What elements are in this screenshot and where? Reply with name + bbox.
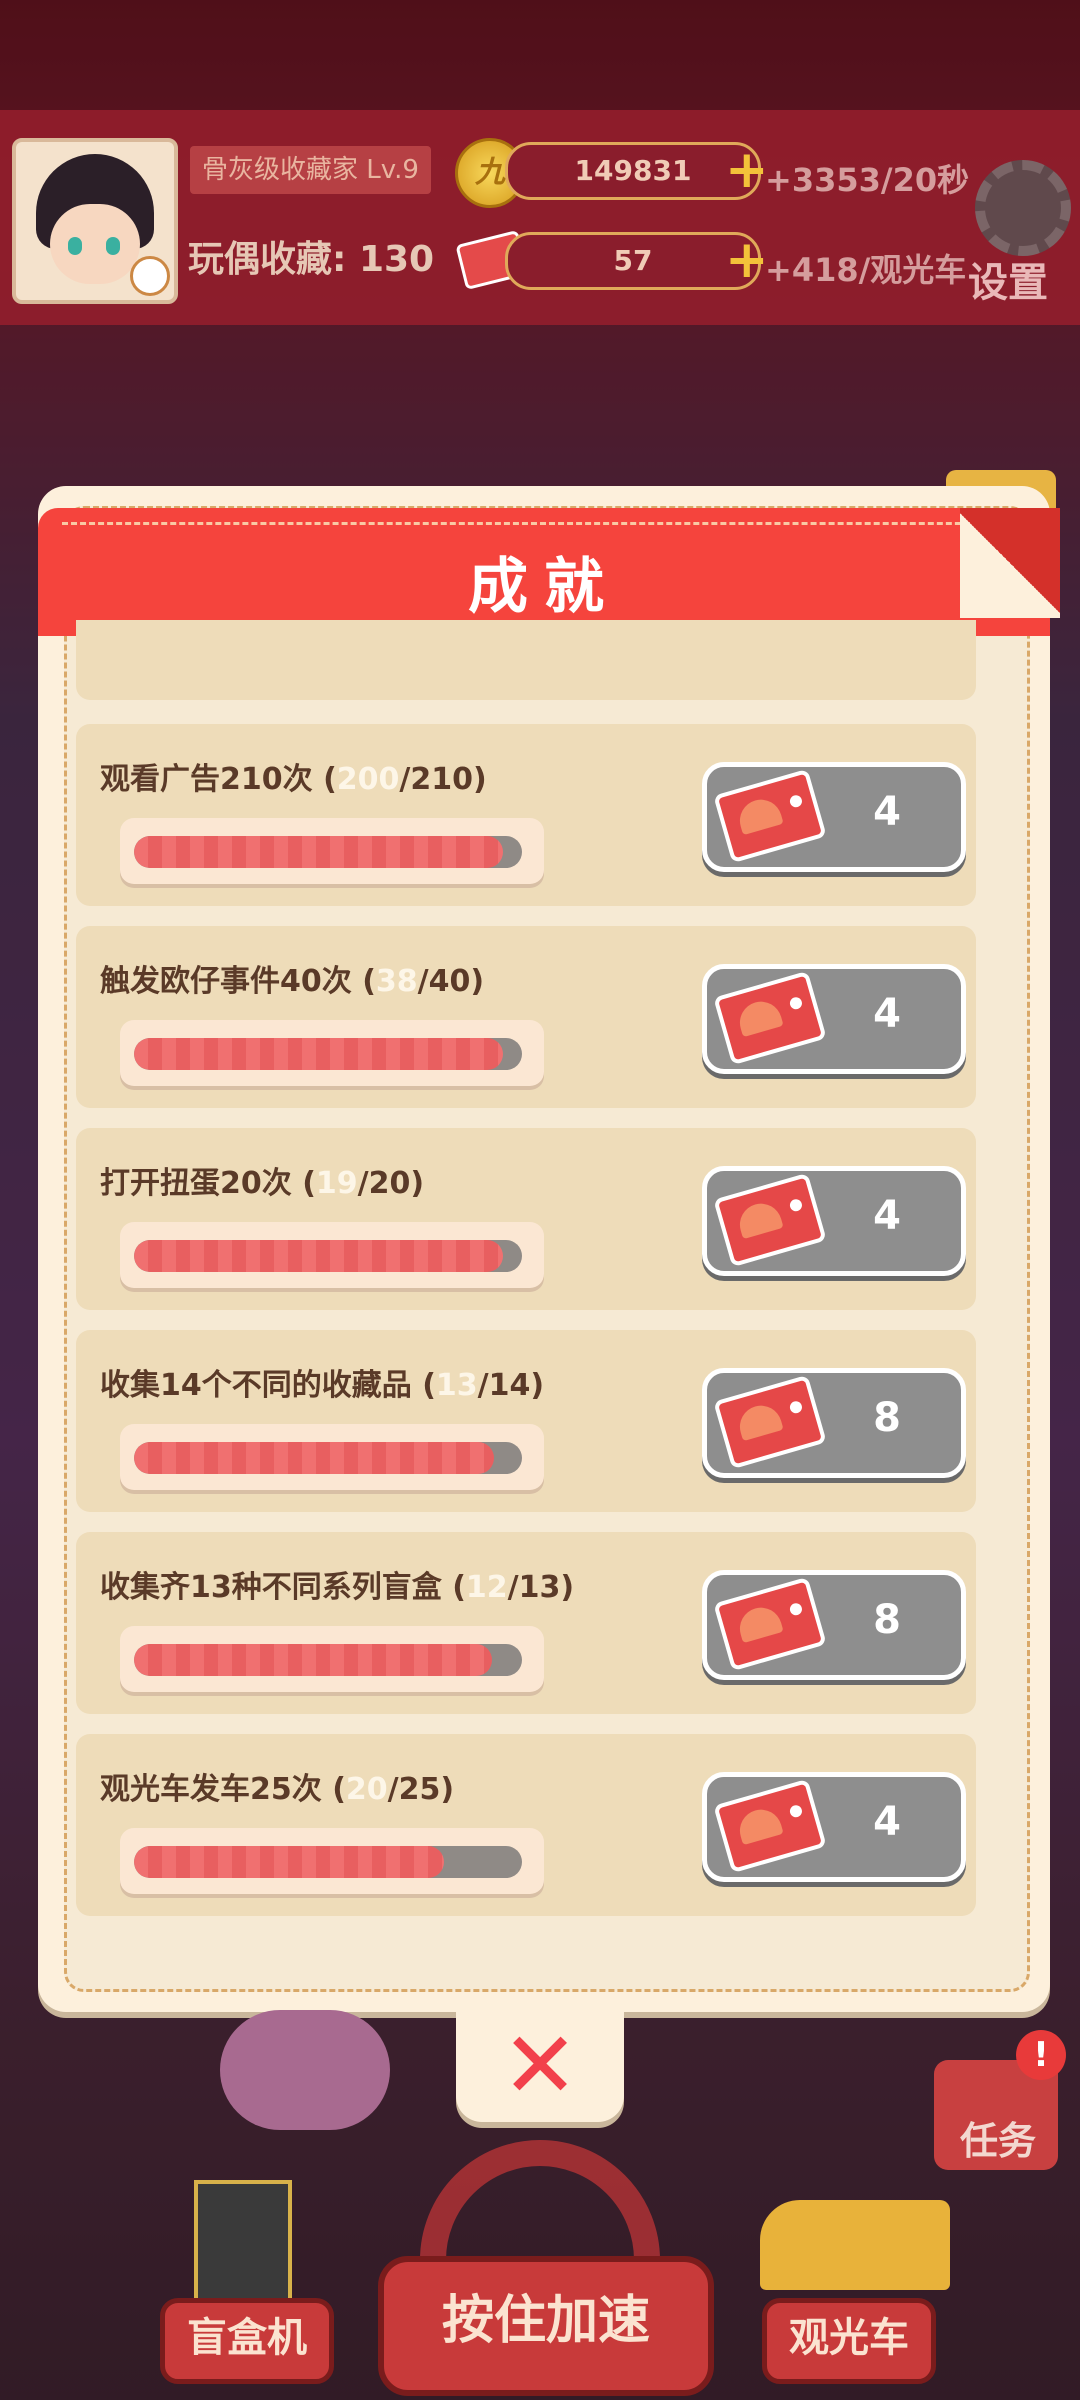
collection-label: 玩偶收藏: [188, 239, 333, 280]
achievement-current: 20: [345, 1772, 388, 1807]
achievement-list[interactable]: 观看广告210次 (200/210) 4 触发欧仔事件40次 (38/40) 4 打开扭…: [76, 640, 976, 1922]
achievement-current: 38: [375, 964, 418, 999]
achievement-name: 观光车发车25次: [100, 1772, 322, 1807]
collection-stat: 玩偶收藏: 130: [188, 239, 435, 280]
achievement-name: 打开扭蛋20次: [100, 1166, 292, 1201]
claim-reward-button[interactable]: 4: [702, 964, 966, 1074]
claim-reward-button[interactable]: 4: [702, 1772, 966, 1882]
hold-to-speed-button[interactable]: 按住加速: [378, 2256, 714, 2396]
progress-track: [134, 836, 522, 868]
ticket-icon: [713, 1172, 827, 1268]
settings-gear-icon[interactable]: [975, 160, 1071, 256]
achievement-description: 观光车发车25次 (20/25): [100, 1772, 455, 1807]
avatar-eye: [106, 237, 120, 255]
progress-fill: [134, 1038, 503, 1070]
reward-amount: 4: [873, 1193, 901, 1239]
progress-track: [134, 1442, 522, 1474]
vending-machine-icon: [194, 2180, 292, 2308]
achievement-card: 打开扭蛋20次 (19/20) 4: [76, 1128, 976, 1310]
avatar-eye: [68, 237, 82, 255]
dialog-title: 成就: [468, 552, 620, 622]
progress-fill: [134, 1240, 503, 1272]
achievement-progress-bar: [120, 1828, 544, 1894]
tram-icon: [760, 2200, 950, 2290]
add-coins-button[interactable]: +: [725, 144, 769, 196]
ticket-rate: +418/观光车: [765, 251, 967, 289]
achievement-target: 13: [518, 1570, 561, 1605]
claim-reward-button[interactable]: 8: [702, 1570, 966, 1680]
sightseeing-car-button[interactable]: 观光车: [762, 2298, 936, 2384]
close-icon[interactable]: ✕: [456, 2018, 624, 2114]
achievement-name: 收集齐13种不同系列盲盒: [100, 1570, 442, 1605]
achievement-current: 19: [315, 1166, 358, 1201]
achievement-current: 200: [336, 762, 400, 797]
achievement-card: 观看广告210次 (200/210) 4: [76, 724, 976, 906]
achievement-description: 触发欧仔事件40次 (38/40): [100, 964, 485, 999]
progress-fill: [134, 1442, 495, 1474]
achievement-target: 25: [398, 1772, 441, 1807]
progress-fill: [134, 1846, 445, 1878]
progress-fill: [134, 1644, 493, 1676]
task-alert-badge: !: [1016, 2030, 1066, 2080]
progress-track: [134, 1038, 522, 1070]
achievement-card: 收集齐13种不同系列盲盒 (12/13) 8: [76, 1532, 976, 1714]
achievement-current: 13: [435, 1368, 478, 1403]
achievement-progress-bar: [120, 1424, 544, 1490]
collection-count: 130: [358, 239, 435, 280]
dialog-header-ribbon: 成就: [38, 508, 1060, 636]
achievement-card: 观光车发车25次 (20/25) 4: [76, 1734, 976, 1916]
reward-amount: 4: [873, 789, 901, 835]
settings-label[interactable]: 设置: [968, 250, 1048, 308]
achievement-description: 收集齐13种不同系列盲盒 (12/13): [100, 1570, 575, 1605]
reward-amount: 8: [873, 1395, 901, 1441]
achievement-description: 打开扭蛋20次 (19/20): [100, 1166, 425, 1201]
reward-amount: 4: [873, 1799, 901, 1845]
ticket-icon: [713, 768, 827, 864]
claim-reward-button[interactable]: 4: [702, 1166, 966, 1276]
achievement-description: 收集14个不同的收藏品 (13/14): [100, 1368, 545, 1403]
reward-amount: 8: [873, 1597, 901, 1643]
achievement-progress-bar: [120, 1626, 544, 1692]
ticket-icon: [713, 970, 827, 1066]
coin-counter: 149831: [505, 142, 761, 200]
avatar-face: [50, 204, 140, 284]
ticket-counter: 57: [505, 232, 761, 290]
progress-track: [134, 1240, 522, 1272]
achievement-progress-bar: [120, 1222, 544, 1288]
achievement-current: 12: [465, 1570, 508, 1605]
ticket-icon: [713, 1374, 827, 1470]
blind-box-machine-button[interactable]: 盲盒机: [160, 2298, 334, 2384]
achievement-name: 触发欧仔事件40次: [100, 964, 352, 999]
claim-reward-button[interactable]: 8: [702, 1368, 966, 1478]
reward-amount: 4: [873, 991, 901, 1037]
progress-fill: [134, 836, 504, 868]
progress-track: [134, 1846, 522, 1878]
ticket-icon: [713, 1576, 827, 1672]
task-label[interactable]: 任务: [960, 2110, 1036, 2165]
achievement-card: 触发欧仔事件40次 (38/40) 4: [76, 926, 976, 1108]
close-button[interactable]: ✕: [456, 2012, 624, 2122]
achievement-name: 收集14个不同的收藏品: [100, 1368, 412, 1403]
player-title: 骨灰级收藏家 Lv.9: [190, 146, 431, 194]
achievement-target: 40: [428, 964, 471, 999]
achievement-target: 20: [368, 1166, 411, 1201]
achievement-progress-bar: [120, 818, 544, 884]
ticket-icon: [713, 1778, 827, 1874]
coin-rate: +3353/20秒: [765, 161, 970, 199]
progress-track: [134, 1644, 522, 1676]
player-avatar[interactable]: [12, 138, 178, 304]
achievement-description: 观看广告210次 (200/210): [100, 762, 487, 797]
achievement-progress-bar: [120, 1020, 544, 1086]
achievement-name: 观看广告210次: [100, 762, 313, 797]
piggy-bank-icon: [220, 2010, 390, 2130]
claim-reward-button[interactable]: 4: [702, 762, 966, 872]
achievement-target: 14: [488, 1368, 531, 1403]
avatar-badge-icon: [130, 256, 170, 296]
add-tickets-button[interactable]: +: [725, 234, 769, 286]
achievement-card: 收集14个不同的收藏品 (13/14) 8: [76, 1330, 976, 1512]
achievement-target: 210: [410, 762, 473, 797]
